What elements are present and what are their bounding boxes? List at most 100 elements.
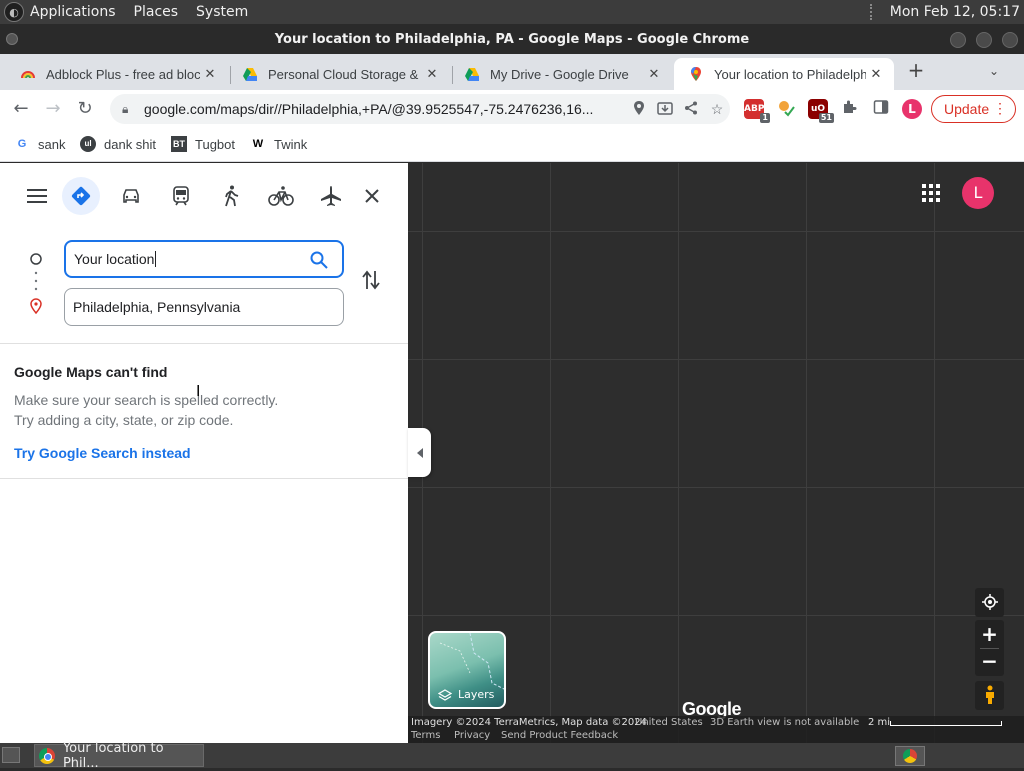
taskbar: Your location to Phil... [0, 741, 1024, 771]
google-maps-icon [688, 66, 704, 82]
zoom-in-button[interactable]: + [975, 620, 1004, 648]
side-panel-icon[interactable] [871, 99, 891, 119]
car-icon[interactable] [116, 181, 146, 211]
close-icon[interactable]: ✕ [866, 66, 886, 82]
origin-input[interactable]: Your location [64, 240, 344, 278]
adblock-plus-extension-icon[interactable]: ABP 1 [744, 99, 770, 123]
maximize-button[interactable] [976, 32, 992, 48]
reload-icon[interactable]: ↻ [72, 96, 98, 122]
window-title: Your location to Philadelphia, PA - Goog… [274, 31, 750, 47]
menu-places[interactable]: Places [134, 4, 179, 20]
my-location-button[interactable] [975, 588, 1004, 617]
browser-toolbar: ← → ↻ 🔒︎ google.com/maps/dir//Philadelph… [0, 90, 1024, 128]
tab-label: Personal Cloud Storage & F [268, 66, 422, 82]
scale-label[interactable]: 2 mi [868, 717, 890, 728]
map-canvas[interactable]: L Layers + − Google Imagery ©2024 TerraM… [408, 163, 1024, 743]
window-menu-icon[interactable] [6, 33, 18, 45]
bookmark-label: Tugbot [195, 136, 235, 152]
menu-applications[interactable]: Applications [30, 4, 116, 20]
directions-mode-icon[interactable] [62, 177, 100, 215]
bookmark-twink[interactable]: W Twink [250, 136, 307, 152]
tab-google-maps[interactable]: Your location to Philadelphi ✕ [674, 58, 894, 90]
pegman-street-view-icon[interactable] [975, 681, 1004, 710]
crosshair-icon [981, 594, 998, 610]
clock[interactable]: Mon Feb 12, 05:17 [890, 4, 1020, 20]
collapse-panel-button[interactable] [408, 428, 431, 477]
map-grid-line [806, 163, 807, 743]
tab-label: My Drive - Google Drive [490, 66, 629, 82]
show-desktop-button[interactable] [2, 747, 20, 763]
search-icon[interactable] [310, 251, 328, 272]
map-grid-line [678, 163, 679, 743]
more-vertical-icon[interactable]: ⋮ [993, 100, 1007, 117]
attribution-text: Imagery ©2024 TerraMetrics, Map data ©20… [411, 717, 647, 728]
layers-toggle[interactable]: Layers [428, 631, 506, 709]
ublock-extension-icon[interactable]: uO 51 [808, 99, 834, 123]
url-text: google.com/maps/dir//Philadelphia,+PA/@3… [144, 101, 594, 117]
w-icon: W [252, 138, 264, 150]
privacy-link[interactable]: Privacy [454, 730, 490, 741]
feedback-link[interactable]: Send Product Feedback [501, 730, 618, 741]
directions-panel: Your location Philadelphia, Pennsylvania… [0, 163, 408, 743]
mouse-ibeam-cursor-icon: I [196, 383, 201, 400]
flight-icon[interactable] [316, 181, 346, 211]
menu-system[interactable]: System [196, 4, 248, 20]
zoom-out-button[interactable]: − [975, 649, 1004, 676]
hamburger-menu-icon[interactable] [22, 181, 52, 211]
extensions-puzzle-icon[interactable] [840, 99, 860, 119]
bookmark-star-icon[interactable]: ☆ [704, 101, 730, 118]
tray-chrome-icon[interactable] [895, 746, 925, 766]
update-label: Update [944, 101, 990, 117]
region-label[interactable]: United States [635, 717, 703, 728]
close-icon[interactable]: ✕ [422, 66, 442, 82]
bookmark-label: sank [38, 136, 66, 152]
try-google-search-link[interactable]: Try Google Search instead [14, 445, 191, 461]
cycling-icon[interactable] [266, 181, 296, 211]
tab-personal-cloud[interactable]: Personal Cloud Storage & F ✕ [228, 58, 450, 90]
map-grid-line [408, 615, 1024, 616]
account-avatar[interactable]: L [962, 177, 994, 209]
forward-arrow-icon[interactable]: → [40, 96, 66, 122]
scale-bar[interactable] [890, 721, 1002, 726]
checklist-extension-icon[interactable] [776, 99, 796, 119]
swap-directions-icon[interactable] [360, 269, 382, 296]
close-icon[interactable]: ✕ [200, 66, 220, 82]
bookmark-circle-icon: ul [80, 136, 96, 152]
map-grid-line [408, 359, 1024, 360]
text-caret [155, 251, 157, 267]
update-button[interactable]: Update ⋮ [931, 95, 1016, 123]
address-bar[interactable]: 🔒︎ google.com/maps/dir//Philadelphia,+PA… [110, 94, 730, 124]
layers-label: Layers [438, 688, 494, 701]
lock-icon[interactable]: 🔒︎ [122, 102, 136, 117]
bookmark-dank-shit[interactable]: ul dank shit [80, 136, 156, 152]
close-directions-icon[interactable] [357, 181, 387, 211]
transit-icon[interactable] [166, 181, 196, 211]
tab-my-drive[interactable]: My Drive - Google Drive ✕ [450, 58, 672, 90]
location-pin-icon[interactable] [626, 100, 652, 118]
bookmark-tugbot[interactable]: BT Tugbot [171, 136, 235, 152]
destination-input[interactable]: Philadelphia, Pennsylvania [64, 288, 344, 326]
close-icon[interactable]: ✕ [644, 66, 664, 82]
tab-adblock[interactable]: Adblock Plus - free ad bloc ✕ [6, 58, 228, 90]
map-grid-line [408, 231, 1024, 232]
google-apps-grid-icon[interactable] [922, 184, 940, 206]
share-icon[interactable] [678, 101, 704, 118]
terms-link[interactable]: Terms [411, 730, 440, 741]
tab-search-chevron-icon[interactable]: ⌄ [984, 60, 1004, 82]
window-titlebar: Your location to Philadelphia, PA - Goog… [0, 24, 1024, 54]
back-arrow-icon[interactable]: ← [8, 96, 34, 122]
close-window-button[interactable] [1002, 32, 1018, 48]
taskbar-window-item[interactable]: Your location to Phil... [34, 741, 204, 771]
origin-value: Your location [74, 251, 155, 267]
bookmark-sank[interactable]: G sank [14, 136, 66, 152]
extension-badge: 51 [818, 113, 834, 123]
minimize-button[interactable] [950, 32, 966, 48]
new-tab-plus-icon[interactable]: + [905, 60, 927, 82]
system-logo-icon[interactable]: ◐ [4, 2, 24, 22]
caret-left-icon [416, 447, 423, 458]
install-app-icon[interactable] [652, 101, 678, 118]
chrome-icon [39, 747, 55, 764]
walking-icon[interactable] [216, 181, 246, 211]
error-title: Google Maps can't find [14, 364, 168, 380]
profile-avatar[interactable]: L [902, 99, 922, 119]
